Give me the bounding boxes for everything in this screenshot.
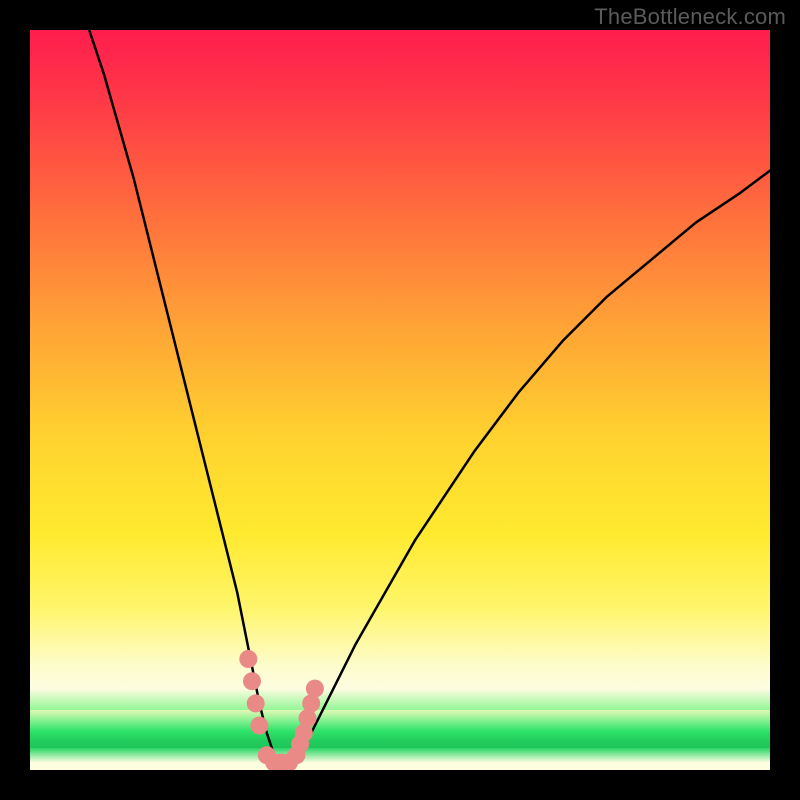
- marker-dot: [243, 672, 261, 690]
- plot-area: [30, 30, 770, 770]
- chart-frame: TheBottleneck.com: [0, 0, 800, 800]
- marker-dot: [250, 717, 268, 735]
- watermark-text: TheBottleneck.com: [594, 4, 786, 30]
- marker-dot: [247, 694, 265, 712]
- chart-svg: [30, 30, 770, 770]
- marker-dot: [239, 650, 257, 668]
- marker-dot: [306, 680, 324, 698]
- bottleneck-curve: [89, 30, 770, 763]
- curve-layer: [89, 30, 770, 763]
